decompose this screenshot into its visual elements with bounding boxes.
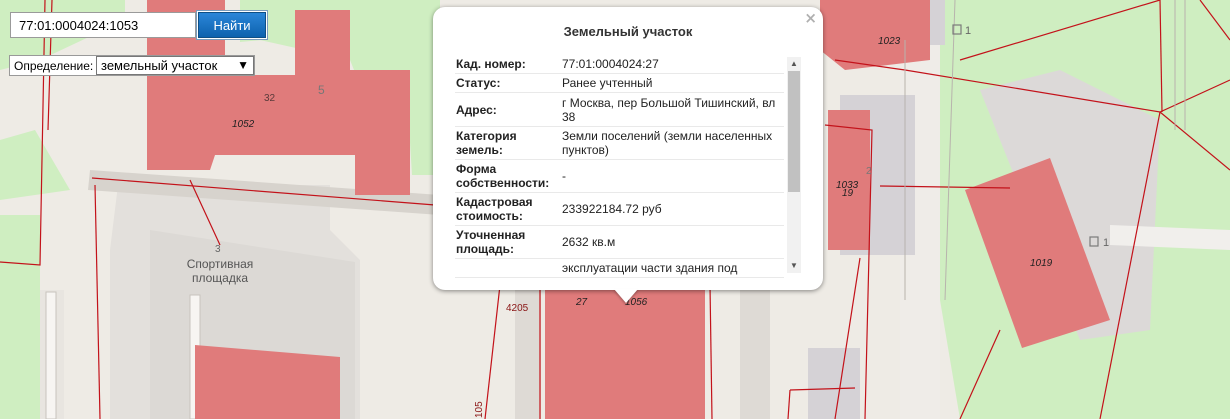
attribute-value: 233922184.72 руб bbox=[562, 192, 784, 226]
popup-title: Земельный участок bbox=[563, 24, 693, 39]
road bbox=[45, 291, 57, 419]
address-number-label: 2 bbox=[866, 166, 872, 177]
building-gray bbox=[808, 348, 860, 419]
address-number-label: 32 bbox=[264, 93, 276, 104]
attribute-value: - bbox=[562, 159, 784, 193]
attribute-value: Земли поселений (земли населенных пункто… bbox=[562, 126, 784, 160]
attribute-value: эксплуатации части здания под bbox=[562, 258, 784, 278]
scrollbar-thumb[interactable] bbox=[788, 71, 800, 192]
table-row: Адрес: г Москва, пер Большой Тишинский, в… bbox=[455, 92, 784, 127]
green-area bbox=[0, 215, 40, 419]
popup-body[interactable]: Кад. номер: 77:01:0004024:27 Статус: Ранее… bbox=[455, 55, 803, 281]
parcel-info-popup: × Земельный участок Кад. номер: 77:01:000… bbox=[433, 7, 823, 303]
popup-scrollbar[interactable]: ▲ ▼ bbox=[787, 57, 801, 273]
attribute-value: Ранее учтенный bbox=[562, 73, 784, 93]
popup-pointer bbox=[614, 289, 638, 303]
attribute-value: 77:01:0004024:27 bbox=[562, 55, 784, 74]
cadastral-number-input[interactable] bbox=[10, 12, 196, 38]
attribute-key: Статус: bbox=[455, 73, 562, 93]
table-row: Статус: Ранее учтенный bbox=[455, 73, 784, 93]
parcel-number-label: 4205 bbox=[506, 303, 529, 314]
attribute-table: Кад. номер: 77:01:0004024:27 Статус: Ранее… bbox=[455, 55, 784, 278]
building-south bbox=[195, 345, 340, 419]
building-1023 bbox=[820, 0, 930, 70]
table-row: Уточненная площадь: 2632 кв.м bbox=[455, 225, 784, 259]
definition-selector: Определение: земельный участок ▼ bbox=[9, 55, 255, 76]
sports-ground-label: Спортивная bbox=[187, 257, 254, 271]
attribute-key bbox=[455, 258, 562, 278]
attribute-key: Кад. номер: bbox=[455, 55, 562, 74]
definition-dropdown[interactable]: земельный участок ▼ bbox=[96, 56, 254, 75]
table-row: Форма собственности: - bbox=[455, 159, 784, 193]
attribute-key: Категория земель: bbox=[455, 126, 562, 160]
table-row: Кад. номер: 77:01:0004024:27 bbox=[455, 55, 784, 74]
parcel-number-label: 105 bbox=[474, 401, 485, 418]
definition-selected-value: земельный участок bbox=[101, 58, 218, 73]
address-number-label: 1 bbox=[965, 25, 971, 37]
chevron-down-icon: ▼ bbox=[237, 58, 249, 72]
building-number-label: 19 bbox=[842, 188, 854, 199]
attribute-value: 2632 кв.м bbox=[562, 225, 784, 259]
building-number-label: 27 bbox=[575, 297, 588, 308]
address-number-label: 3 bbox=[215, 244, 221, 255]
road bbox=[740, 290, 770, 419]
table-row: Категория земель: Земли поселений (земли … bbox=[455, 126, 784, 160]
attribute-key: Адрес: bbox=[455, 92, 562, 127]
address-number-label: 5 bbox=[318, 83, 325, 97]
attribute-key: Форма собственности: bbox=[455, 159, 562, 193]
scroll-up-arrow-icon[interactable]: ▲ bbox=[787, 57, 801, 71]
address-number-label: 1 bbox=[1103, 237, 1109, 249]
sports-ground-label: площадка bbox=[192, 271, 248, 285]
find-button[interactable]: Найти bbox=[198, 12, 266, 38]
building-number-label: 1019 bbox=[1030, 258, 1053, 269]
search-bar: Найти bbox=[8, 10, 270, 42]
building-number-label: 1052 bbox=[232, 119, 255, 130]
table-row: эксплуатации части здания под bbox=[455, 258, 784, 278]
attribute-value: г Москва, пер Большой Тишинский, вл 38 bbox=[562, 92, 784, 127]
definition-label: Определение: bbox=[14, 59, 94, 73]
table-row: Кадастровая стоимость: 233922184.72 руб bbox=[455, 192, 784, 226]
attribute-key: Уточненная площадь: bbox=[455, 225, 562, 259]
attribute-key: Кадастровая стоимость: bbox=[455, 192, 562, 226]
scroll-down-arrow-icon[interactable]: ▼ bbox=[787, 259, 801, 273]
building-number-label: 1023 bbox=[878, 36, 901, 47]
